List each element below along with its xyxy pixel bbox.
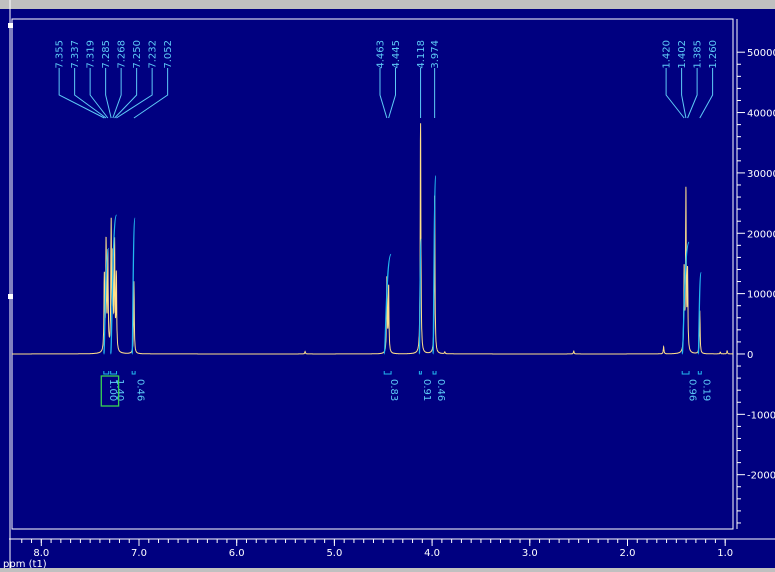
x-axis-title: ppm (t1)	[3, 559, 47, 568]
integral-value: 0.83	[388, 379, 399, 401]
peak-label: 7.052	[163, 40, 174, 69]
integral-value: 0.46	[135, 379, 146, 401]
y-tick-label: 0	[747, 350, 753, 361]
peak-label: 4.118	[416, 40, 427, 69]
x-tick-label: 8.0	[33, 548, 49, 559]
y-tick-label: -1000	[747, 410, 775, 421]
x-tick-label: 5.0	[326, 548, 342, 559]
x-tick-label: 1.0	[717, 548, 733, 559]
peak-label: 1.385	[693, 40, 704, 69]
y-tick-label: 30000	[747, 169, 775, 180]
y-tick-label: 40000	[747, 109, 775, 120]
integral-value: 1.40	[114, 379, 125, 401]
integral-value: 0.46	[435, 379, 446, 401]
peak-label: 7.268	[117, 40, 128, 69]
nmr-spectrum-chart[interactable]: 50000 40000 30000 20000 10000 0 -1000 -2000 8.0…	[0, 0, 775, 570]
resize-handle-middle	[8, 294, 13, 299]
y-tick-label: 10000	[747, 290, 775, 301]
x-tick-label: 4.0	[424, 548, 440, 559]
integral-value: 0.19	[700, 379, 711, 401]
peak-label: 4.463	[375, 40, 386, 69]
nmr-spectrum-window: 50000 40000 30000 20000 10000 0 -1000 -2000 8.0…	[0, 0, 775, 570]
peak-label: 7.319	[86, 40, 97, 69]
y-tick-label: -2000	[747, 471, 775, 482]
peak-label: 7.250	[132, 40, 143, 69]
x-tick-label: 6.0	[229, 548, 245, 559]
peak-label: 1.260	[708, 40, 719, 69]
peak-label: 3.974	[430, 40, 441, 69]
peak-label: 1.420	[662, 40, 673, 69]
peak-label: 7.285	[101, 40, 112, 69]
integral-value: 0.91	[421, 379, 432, 401]
x-tick-label: 3.0	[522, 548, 538, 559]
peak-label: 4.445	[391, 40, 402, 69]
resize-handle-top	[8, 23, 13, 28]
peak-label: 7.355	[55, 40, 66, 69]
peak-label: 7.232	[148, 40, 159, 69]
window-top-strip	[0, 0, 775, 9]
peak-label: 1.402	[677, 40, 688, 69]
x-tick-label: 7.0	[131, 548, 147, 559]
integral-value: 0.96	[687, 379, 698, 401]
y-tick-label: 50000	[747, 48, 775, 59]
y-tick-label: 20000	[747, 229, 775, 240]
x-tick-label: 2.0	[620, 548, 636, 559]
peak-label: 7.337	[70, 40, 81, 69]
